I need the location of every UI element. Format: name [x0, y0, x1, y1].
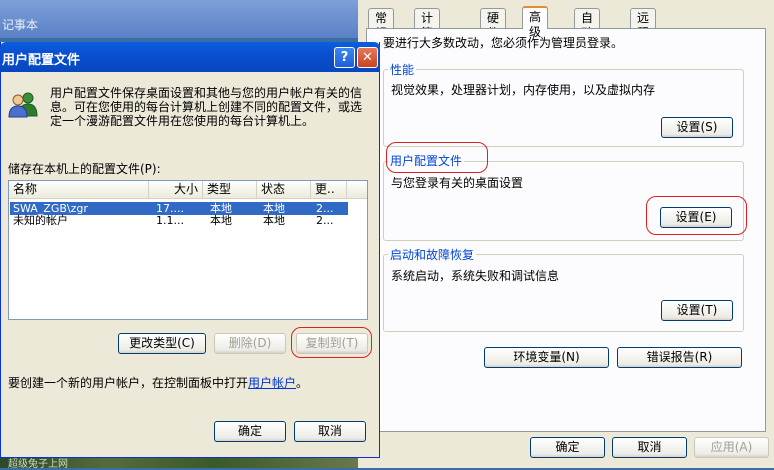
startup-recovery-settings-button[interactable]: 设置(T)	[661, 300, 733, 321]
help-button[interactable]: ?	[334, 47, 355, 68]
stored-profiles-label: 储存在本机上的配置文件(P):	[8, 162, 161, 176]
footer-note: 要创建一个新的用户帐户，在控制面板中打开用户帐户。	[8, 374, 308, 391]
delete-button[interactable]: 删除(D)	[214, 333, 286, 354]
listview-header: 名称 大小 类型 状态 更..	[9, 181, 367, 199]
help-icon: ?	[340, 50, 349, 65]
dialog-title: 用户配置文件	[2, 53, 81, 68]
highlight-oval-copy-to	[291, 327, 372, 358]
close-icon: ✕	[362, 50, 373, 65]
row-name: 未知的帐户	[13, 214, 68, 227]
row-status: 本地	[263, 214, 285, 227]
startup-recovery-title: 启动和故障恢复	[388, 246, 477, 263]
row-modified: 2...	[316, 214, 334, 227]
dialog-ok-button[interactable]: 确定	[214, 421, 286, 442]
tab-hardware[interactable]: 硬件	[480, 8, 507, 40]
user-profiles-description: 与您登录有关的桌面设置	[391, 176, 524, 190]
system-cancel-button[interactable]: 取消	[612, 437, 687, 458]
environment-variables-button[interactable]: 环境变量(N)	[484, 347, 609, 368]
tab-advanced[interactable]: 高级	[522, 6, 549, 39]
performance-settings-button[interactable]: 设置(S)	[661, 117, 733, 138]
change-type-button[interactable]: 更改类型(C)	[118, 333, 206, 354]
highlight-oval-profiles-settings	[646, 196, 747, 235]
tab-remote[interactable]: 远程	[630, 8, 657, 40]
dialog-cancel-button[interactable]: 取消	[294, 421, 366, 442]
table-row[interactable]: 未知的帐户 1.1... 本地 本地 2...	[10, 214, 348, 227]
performance-title: 性能	[388, 61, 417, 78]
profiles-listview[interactable]	[8, 180, 368, 320]
admin-note: 要进行大多数改动，您必须作为管理员登录。	[383, 36, 624, 50]
performance-description: 视觉效果，处理器计划，内存使用，以及虚拟内存	[391, 83, 656, 97]
column-name[interactable]: 名称	[9, 181, 149, 199]
error-report-button[interactable]: 错误报告(R)	[617, 347, 742, 368]
close-button[interactable]: ✕	[357, 47, 378, 68]
tab-general[interactable]: 常规	[368, 8, 395, 40]
column-size[interactable]: 大小	[149, 181, 203, 199]
startup-recovery-description: 系统启动，系统失败和调试信息	[391, 269, 560, 283]
user-accounts-link[interactable]: 用户帐户	[248, 376, 296, 390]
highlight-oval-profiles-title	[386, 142, 488, 173]
tab-computer-name[interactable]: 计算机名	[414, 8, 441, 70]
notepad-title: 记事本	[2, 18, 39, 32]
users-icon	[8, 92, 38, 118]
row-size: 1.1...	[156, 214, 184, 227]
notepad-window-titlebar	[0, 0, 360, 38]
tab-auto-update[interactable]: 自动更新	[574, 8, 601, 70]
column-status[interactable]: 状态	[257, 181, 311, 199]
footer-text: 要创建一个新的用户帐户，在控制面板中打开	[8, 376, 249, 390]
column-type[interactable]: 类型	[203, 181, 257, 199]
dialog-intro-text: 用户配置文件保存桌面设置和其他与您的用户帐户有关的信息。可在您使用的每台计算机上…	[50, 86, 363, 128]
system-ok-button[interactable]: 确定	[530, 437, 605, 458]
footer-end: 。	[296, 376, 309, 390]
column-modified[interactable]: 更..	[311, 181, 347, 199]
row-type: 本地	[210, 214, 232, 227]
system-apply-button[interactable]: 应用(A)	[694, 437, 769, 458]
